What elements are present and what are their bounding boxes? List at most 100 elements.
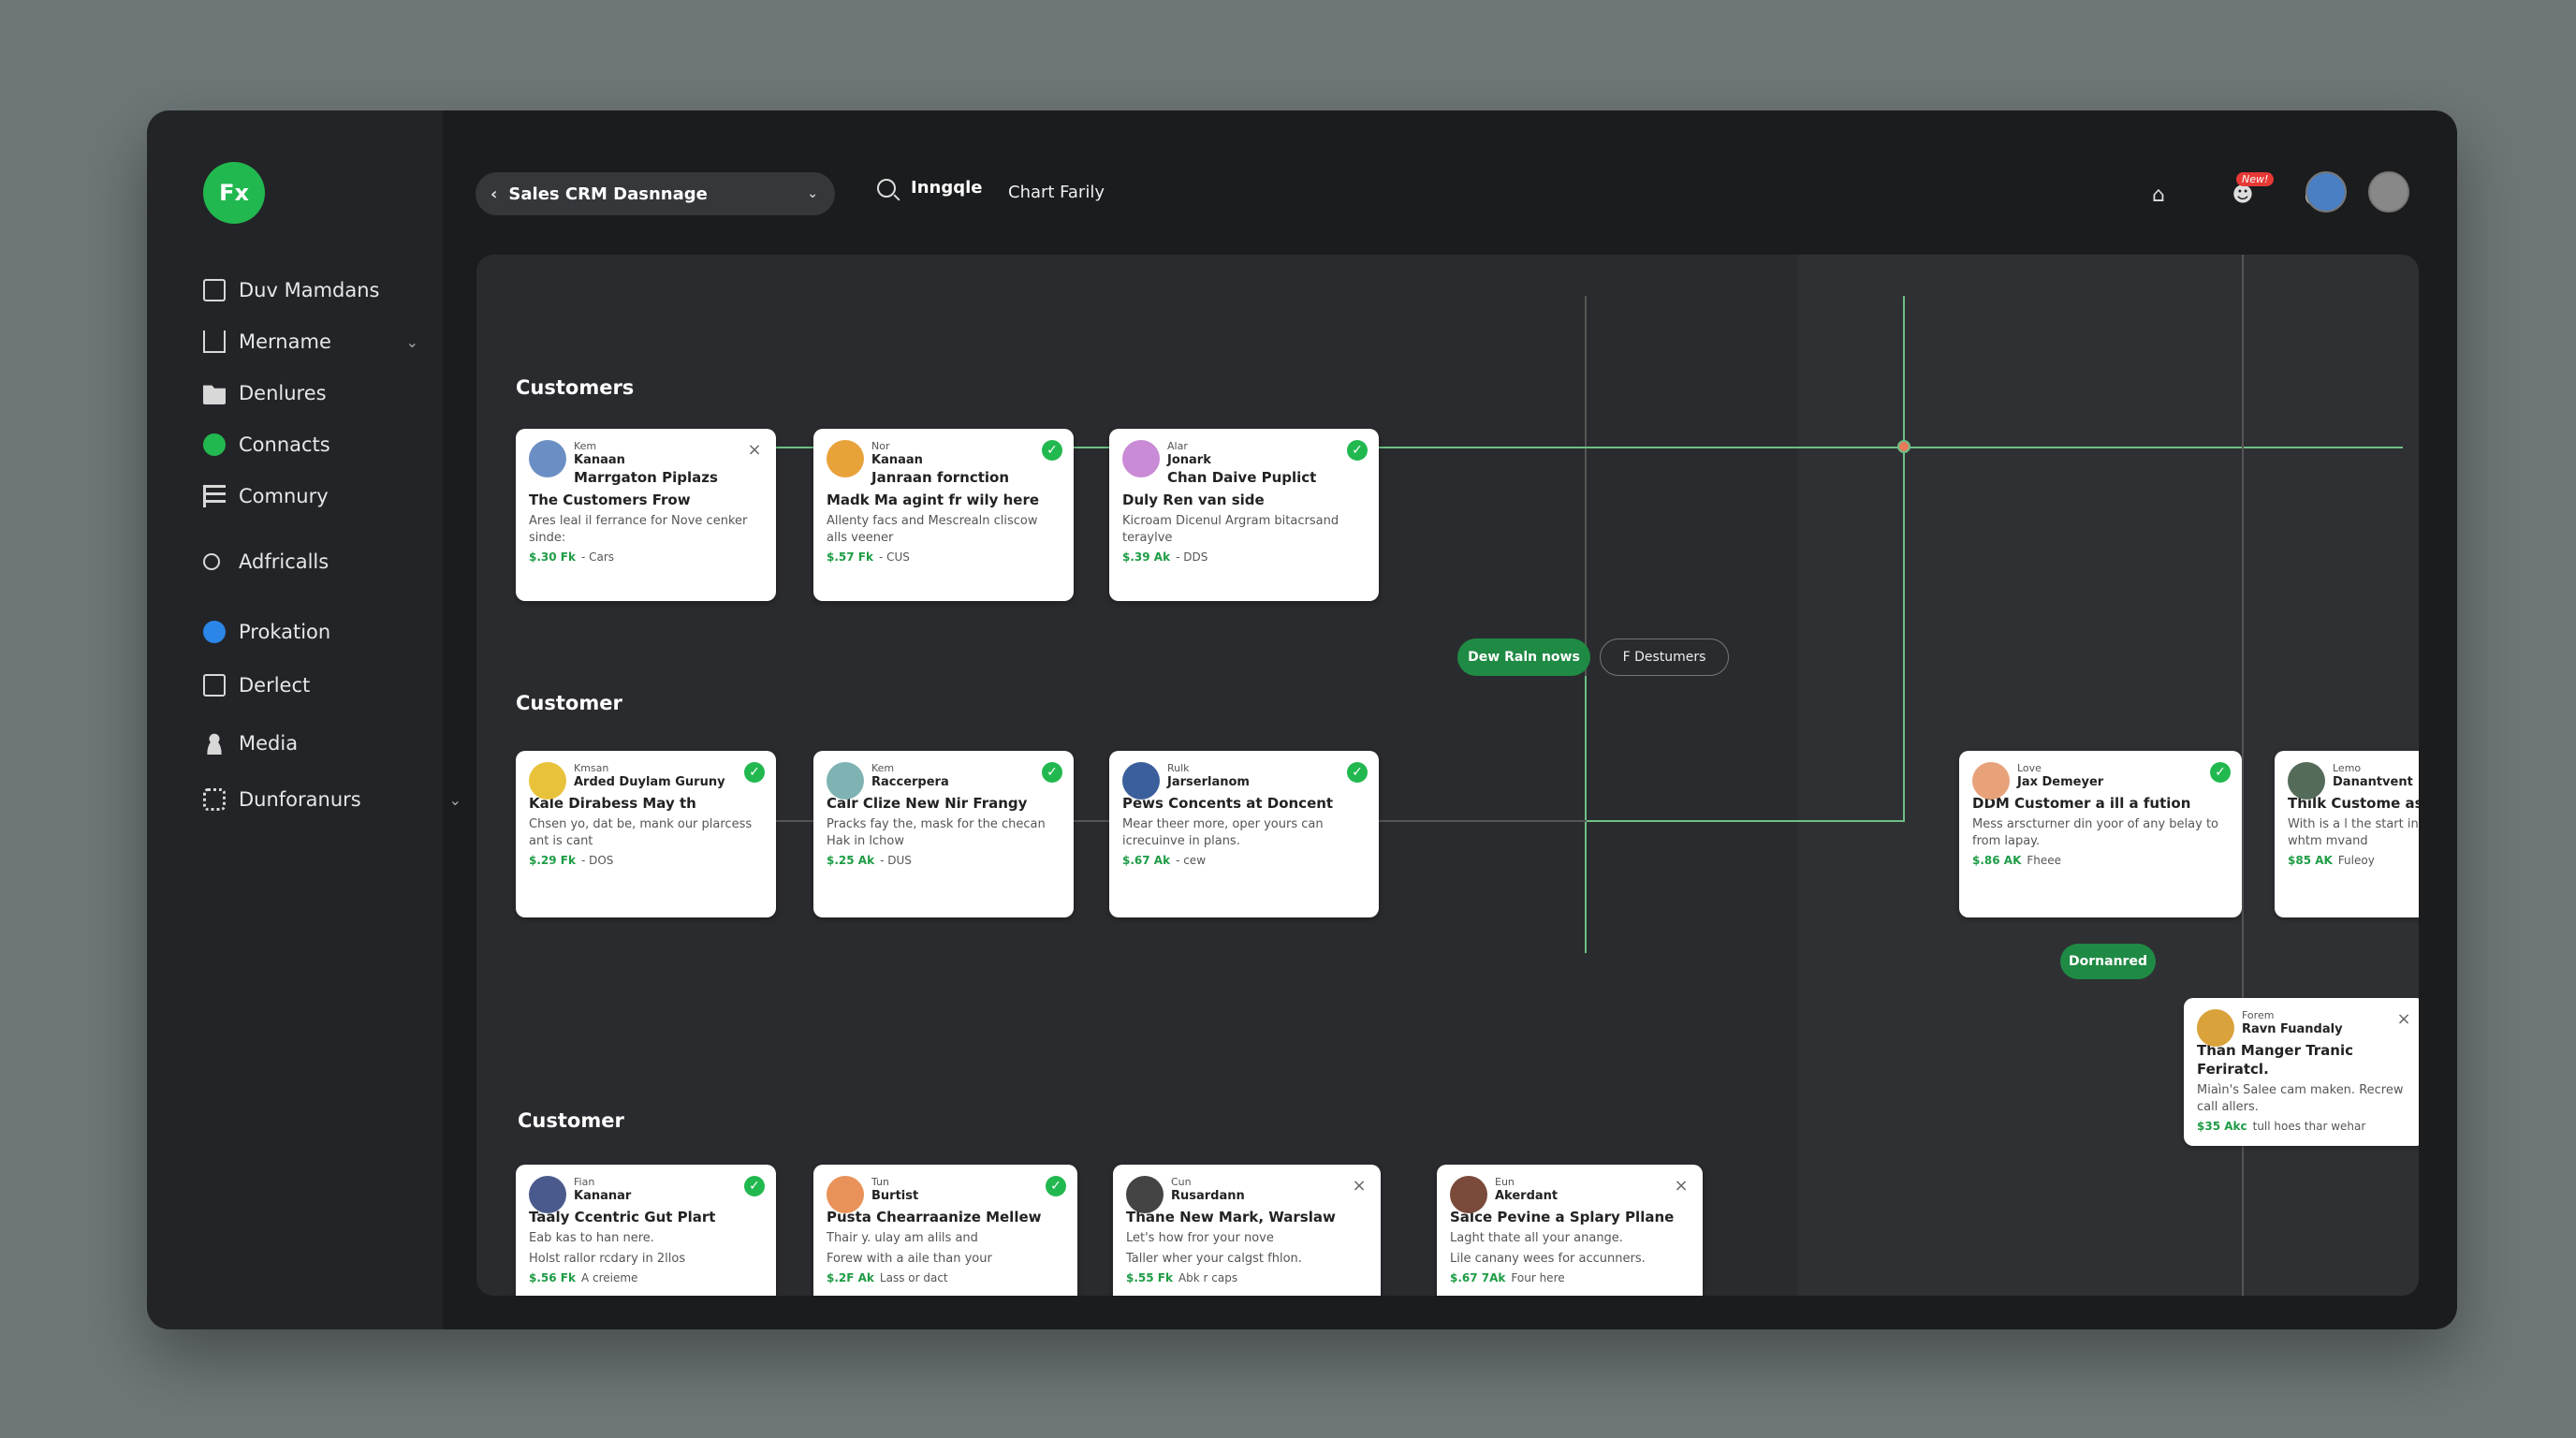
card-tag: - CUS — [878, 550, 910, 564]
card-kicker: Kmsan — [574, 762, 609, 774]
home-icon[interactable]: ⌂ — [2146, 183, 2171, 208]
sidebar-item-9[interactable]: Dunforanurs ⌄ — [203, 781, 461, 818]
close-icon[interactable]: × — [1349, 1176, 1369, 1196]
avatar — [529, 1176, 566, 1213]
customer-card[interactable]: × Kem Kanaan Marrgaton Piplazs The Custo… — [516, 429, 776, 601]
avatar[interactable] — [2305, 171, 2347, 213]
check-icon: ✓ — [1347, 440, 1368, 461]
card-name: Raccerpera — [871, 775, 949, 789]
chevron-down-icon: ⌄ — [405, 332, 418, 351]
card-title: Thane New Mark, Warslaw — [1126, 1209, 1336, 1225]
dashboard-select[interactable]: ‹ Sales CRM Dasnnage ⌄ — [476, 172, 835, 215]
customer-card[interactable]: ✓ Love Jax Demeyer DDM Customer a ill a … — [1959, 751, 2242, 917]
check-icon: ✓ — [1046, 1176, 1066, 1196]
green-dot-icon — [203, 433, 226, 456]
close-icon[interactable]: × — [2393, 1009, 2414, 1030]
dornanred-button[interactable]: Dornanred — [2060, 944, 2156, 979]
card-tag: Fheee — [2027, 854, 2062, 867]
avatar — [827, 762, 864, 800]
card-amount: $85 AK — [2288, 854, 2333, 867]
app-window: Fx Duv Mamdans Mername ⌄ Denlures Connac… — [147, 110, 2457, 1329]
customer-card[interactable]: ✓ Kem Raccerpera Calr Clize New Nir Fran… — [813, 751, 1074, 917]
card-amount: $.2F Ak — [827, 1271, 874, 1284]
sidebar-item-1[interactable]: Mername ⌄ — [203, 323, 418, 360]
connector-line — [1585, 676, 1587, 953]
check-icon: ✓ — [1347, 762, 1368, 783]
card-footer: $.67 7Ak Four here — [1450, 1271, 1690, 1284]
sidebar-item-label: Denlures — [239, 382, 327, 404]
card-name: Kanaan — [871, 453, 923, 467]
card-kicker: Love — [2017, 762, 2042, 774]
card-desc: Mear theer more, oper yours can icrecuin… — [1122, 817, 1324, 848]
app-logo[interactable]: Fx — [203, 162, 265, 224]
search-button[interactable]: Inngqle — [877, 178, 982, 198]
customer-card[interactable]: ✓ Fian Kananar Taaly Ccentric Gut Plart … — [516, 1165, 776, 1296]
card-heading: Marrgaton Piplazs — [574, 469, 718, 486]
avatar — [1122, 440, 1160, 477]
card-kicker: Alar — [1167, 440, 1188, 452]
connector-line — [1585, 296, 1587, 676]
home-icon — [203, 330, 226, 353]
customer-card[interactable]: × Lemo Danantvent Thilk Custome as disto… — [2275, 751, 2419, 917]
notification-badge: New! — [2236, 172, 2275, 186]
close-icon[interactable]: × — [1671, 1176, 1691, 1196]
sidebar-item-label: Prokation — [239, 621, 331, 643]
square-icon — [203, 279, 226, 301]
avatar — [1126, 1176, 1164, 1213]
card-name: Kananar — [574, 1189, 632, 1203]
card-title: Madk Ma agint fr wily here — [827, 492, 1040, 508]
card-tag: - DUS — [880, 854, 912, 867]
card-title: The Customers Frow — [529, 492, 691, 508]
check-icon: ✓ — [744, 762, 765, 783]
card-title: Pusta Chearraanize Mellew — [827, 1209, 1042, 1225]
customer-card[interactable]: × Cun Rusardann Thane New Mark, Warslaw … — [1113, 1165, 1381, 1296]
section-title-customer-2: Customer — [518, 1109, 624, 1132]
card-kicker: Kem — [574, 440, 597, 452]
sidebar-item-6[interactable]: Prokation — [203, 613, 418, 651]
connector-line — [1903, 447, 1905, 821]
card-amount: $.25 Ak — [827, 854, 875, 867]
connector-line — [1587, 820, 1905, 822]
card-desc: Pracks fay the, mask for the checan Hak … — [827, 817, 1046, 848]
customer-card[interactable]: ✓ Tun Burtist Pusta Chearraanize Mellew … — [813, 1165, 1077, 1296]
sidebar-item-2[interactable]: Denlures — [203, 374, 418, 412]
card-title: Pews Concents at Doncent — [1122, 795, 1334, 812]
card-kicker: Fian — [574, 1176, 595, 1188]
customer-card[interactable]: × Eun Akerdant Salce Pevine a Splary Pll… — [1437, 1165, 1703, 1296]
avatar-secondary[interactable] — [2368, 171, 2409, 213]
connector-node[interactable] — [1897, 440, 1910, 453]
card-desc: Miaìn's Salee cam maken. Recrew call all… — [2197, 1083, 2404, 1114]
search-icon — [203, 553, 220, 570]
card-amount: $.30 Fk — [529, 550, 576, 564]
destumers-button[interactable]: F Destumers — [1600, 638, 1729, 676]
sidebar: Fx Duv Mamdans Mername ⌄ Denlures Connac… — [147, 110, 461, 1329]
card-kicker: Nor — [871, 440, 890, 452]
sidebar-item-3[interactable]: Connacts — [203, 426, 418, 463]
sidebar-item-0[interactable]: Duv Mamdans — [203, 271, 418, 309]
customer-card[interactable]: × Forem Ravn Fuandaly Than Manger Tranic… — [2184, 998, 2419, 1146]
avatar — [529, 440, 566, 477]
list-icon — [203, 485, 226, 507]
customer-card[interactable]: ✓ Kmsan Arded Duylam Guruny Kale Dirabes… — [516, 751, 776, 917]
sidebar-item-8[interactable]: Media — [203, 725, 418, 762]
card-amount: $.67 Ak — [1122, 854, 1171, 867]
customer-card[interactable]: ✓ Rulk Jarserlanom Pews Concents at Donc… — [1109, 751, 1379, 917]
card-name: Kanaan — [574, 453, 625, 467]
sidebar-item-4[interactable]: Comnury — [203, 477, 418, 515]
sidebar-item-7[interactable]: Derlect — [203, 667, 418, 704]
card-footer: $35 Akc tull hoes thar wehar — [2197, 1120, 2412, 1133]
card-name: Jax Demeyer — [2017, 775, 2104, 789]
close-icon[interactable]: × — [744, 440, 765, 461]
customer-card[interactable]: ✓ Nor Kanaan Janraan fornction Madk Ma a… — [813, 429, 1074, 601]
card-desc-extra: Forew with a aile than your — [827, 1252, 992, 1266]
card-name: Jarserlanom — [1167, 775, 1250, 789]
check-icon: ✓ — [2210, 762, 2231, 783]
new-rain-button[interactable]: Dew Raln nows — [1457, 638, 1590, 676]
sidebar-item-label: Connacts — [239, 433, 330, 456]
card-name: Danantvent — [2333, 775, 2413, 789]
customer-card[interactable]: ✓ Alar Jonark Chan Daive Puplict Duly Re… — [1109, 429, 1379, 601]
user-icon[interactable]: ☻ — [2231, 183, 2255, 208]
sidebar-item-5[interactable]: Adfricalls — [203, 543, 418, 580]
check-icon: ✓ — [1042, 762, 1062, 783]
chart-link[interactable]: Chart Farily — [1008, 183, 1105, 202]
